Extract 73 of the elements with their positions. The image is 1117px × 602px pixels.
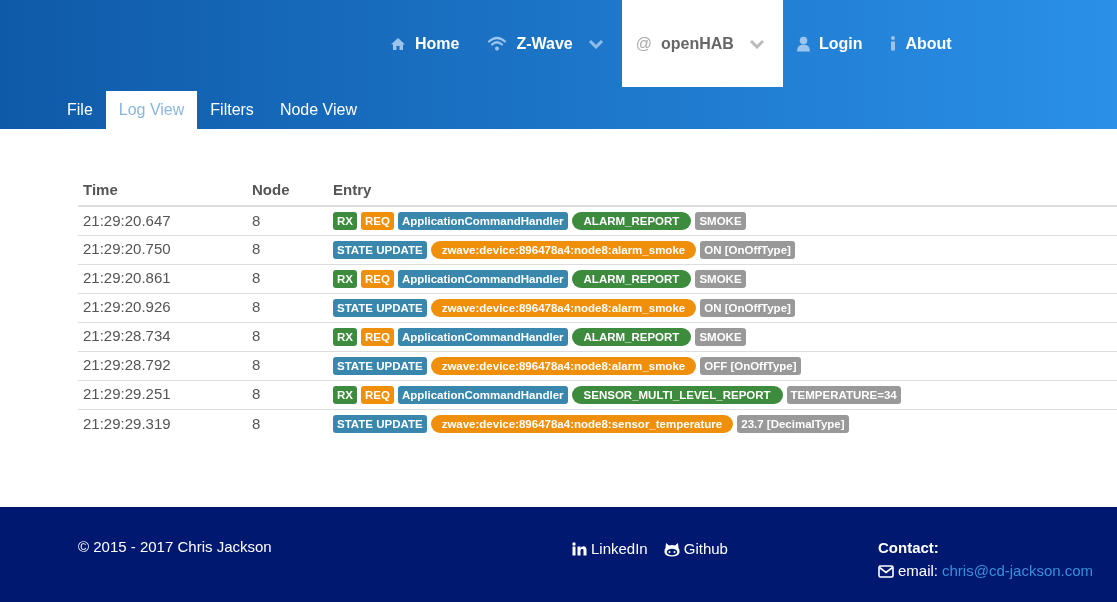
nav-item[interactable]: Login <box>782 0 877 87</box>
time-cell: 21:29:20.926 <box>83 298 171 316</box>
state-label: STATE UPDATE <box>333 298 427 317</box>
item-label: zwave:device:896478a4:node8:alarm_smoke <box>430 356 697 375</box>
contact-heading: Contact: <box>878 538 939 558</box>
command-label: ALARM_REPORT <box>571 269 692 288</box>
user-icon <box>796 35 810 52</box>
column-header: Entry <box>333 180 372 198</box>
time-cell: 21:29:29.251 <box>83 385 171 403</box>
footer-link[interactable]: Github <box>663 538 728 561</box>
class-label: ApplicationCommandHandler <box>397 385 568 404</box>
node-cell: 8 <box>252 298 261 316</box>
tab[interactable]: File <box>54 91 106 129</box>
value-label: OFF [OnOffType] <box>700 356 801 375</box>
column-header: Node <box>252 180 290 198</box>
info-icon <box>890 36 897 51</box>
type-label: REQ <box>361 327 394 346</box>
email-link[interactable]: chris@cd-jackson.com <box>942 560 1094 583</box>
class-label: ApplicationCommandHandler <box>397 327 568 346</box>
github-icon <box>663 541 680 557</box>
direction-label: RX <box>333 211 357 230</box>
direction-label: RX <box>333 385 357 404</box>
nav-item[interactable]: About <box>876 0 966 87</box>
direction-label: RX <box>333 269 357 288</box>
nav-item[interactable]: @ openHAB <box>621 0 783 87</box>
class-label: ApplicationCommandHandler <box>397 211 568 230</box>
node-cell: 8 <box>252 240 261 258</box>
time-cell: 21:29:20.647 <box>83 211 171 229</box>
time-cell: 21:29:20.750 <box>83 240 171 258</box>
state-label: STATE UPDATE <box>333 240 427 259</box>
class-label: ApplicationCommandHandler <box>397 269 568 288</box>
item-label: zwave:device:896478a4:node8:alarm_smoke <box>430 298 697 317</box>
state-label: STATE UPDATE <box>333 414 427 433</box>
node-cell: 8 <box>252 269 261 287</box>
value-label: ON [OnOffType] <box>700 298 795 317</box>
node-cell: 8 <box>252 356 261 374</box>
direction-label: RX <box>333 327 357 346</box>
value-label: SMOKE <box>695 327 746 346</box>
linkedin-icon <box>572 542 587 557</box>
copyright-text: © 2015 - 2017 Chris Jackson <box>78 537 272 557</box>
time-cell: 21:29:29.319 <box>83 414 171 432</box>
value-label: 23.7 [DecimalType] <box>737 414 849 433</box>
time-cell: 21:29:28.792 <box>83 356 171 374</box>
value-label: ON [OnOffType] <box>700 240 795 259</box>
state-label: STATE UPDATE <box>333 356 427 375</box>
at-icon: @ <box>635 31 652 56</box>
node-cell: 8 <box>252 385 261 403</box>
value-label: SMOKE <box>695 211 746 230</box>
footer-link[interactable]: LinkedIn <box>572 538 648 561</box>
type-label: REQ <box>361 385 394 404</box>
item-label: zwave:device:896478a4:node8:sensor_temperature <box>430 414 734 433</box>
node-cell: 8 <box>252 414 261 432</box>
value-label: SMOKE <box>695 269 746 288</box>
value-label: TEMPERATURE=34 <box>786 385 901 404</box>
command-label: ALARM_REPORT <box>571 327 692 346</box>
time-cell: 21:29:28.734 <box>83 327 171 345</box>
tab[interactable]: Filters <box>197 91 267 129</box>
type-label: REQ <box>361 211 394 230</box>
tab[interactable]: Node View <box>266 91 370 129</box>
command-label: ALARM_REPORT <box>571 211 692 230</box>
command-label: SENSOR_MULTI_LEVEL_REPORT <box>571 385 783 404</box>
time-cell: 21:29:20.861 <box>83 269 171 287</box>
type-label: REQ <box>361 269 394 288</box>
email-label: email: <box>898 561 938 581</box>
item-label: zwave:device:896478a4:node8:alarm_smoke <box>430 240 697 259</box>
node-cell: 8 <box>252 211 261 229</box>
nav-item[interactable]: Z-Wave <box>473 0 622 87</box>
column-header: Time <box>83 180 118 198</box>
home-icon <box>390 36 406 51</box>
node-cell: 8 <box>252 327 261 345</box>
wifi-icon <box>487 36 508 51</box>
envelope-icon <box>878 564 894 578</box>
nav-item[interactable]: Home <box>376 0 474 87</box>
